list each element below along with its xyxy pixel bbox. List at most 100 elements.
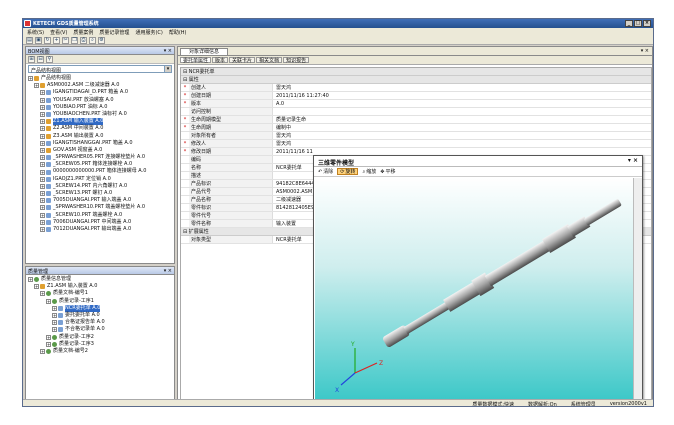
- model-canvas[interactable]: Y Z X: [315, 178, 633, 400]
- expand-icon[interactable]: +: [40, 291, 45, 297]
- property-row[interactable]: * 修改人 雷天鸿: [181, 140, 651, 148]
- tree-item[interactable]: + 质量文档-编号2: [28, 348, 172, 355]
- expand-icon[interactable]: +: [40, 191, 45, 197]
- menu-quality-record[interactable]: 质量记录管理: [99, 29, 129, 36]
- tree-item[interactable]: + IGANGTISHANGGAI.PRT 箱盖 A.0: [28, 140, 172, 147]
- expand-icon[interactable]: +: [40, 155, 45, 161]
- property-row[interactable]: 对象所有者 雷天鸿: [181, 132, 651, 140]
- subtab[interactable]: 关联卡片: [229, 57, 256, 64]
- expand-icon[interactable]: +: [40, 169, 45, 175]
- menu-quality-case[interactable]: 质量案例: [73, 29, 93, 36]
- property-value[interactable]: 雷天鸿: [273, 132, 651, 139]
- open-icon[interactable]: ▤: [26, 37, 33, 44]
- expand-icon[interactable]: +: [40, 104, 45, 110]
- expand-all-icon[interactable]: ⊞: [28, 56, 35, 63]
- property-value[interactable]: 2011/11/16 11: [273, 148, 651, 155]
- expand-icon[interactable]: +: [40, 176, 45, 182]
- expand-icon[interactable]: +: [40, 205, 45, 211]
- expand-icon[interactable]: +: [52, 305, 57, 311]
- menu-help[interactable]: 帮助(H): [169, 29, 187, 36]
- property-row[interactable]: * 创建人 雷天鸿: [181, 84, 651, 92]
- tree-item[interactable]: + Z1.ASM 输入装置 A.0: [28, 283, 172, 290]
- minimize-button[interactable]: _: [625, 20, 633, 27]
- expand-icon[interactable]: +: [40, 219, 45, 225]
- print-icon[interactable]: ⎙: [80, 37, 87, 44]
- expand-icon[interactable]: +: [46, 334, 51, 340]
- expand-icon[interactable]: +: [46, 298, 51, 304]
- cut-icon[interactable]: ✂: [62, 37, 69, 44]
- expand-icon[interactable]: +: [52, 327, 57, 333]
- clear-tool-button[interactable]: ↶ 清除: [318, 168, 333, 175]
- tree-item[interactable]: + YOUSAI.PRT 放油螺塞 A.0: [28, 97, 172, 104]
- expand-icon[interactable]: +: [40, 133, 45, 139]
- new-icon[interactable]: +: [53, 37, 60, 44]
- copy-icon[interactable]: ❐: [71, 37, 78, 44]
- expand-icon[interactable]: +: [28, 277, 33, 283]
- tree-item[interactable]: + 质量记录-工序1: [28, 298, 172, 305]
- maximize-button[interactable]: □: [634, 20, 642, 27]
- expand-icon[interactable]: +: [40, 140, 45, 146]
- expand-icon[interactable]: +: [52, 313, 57, 319]
- expand-icon[interactable]: +: [40, 348, 45, 354]
- property-row[interactable]: * 创建日期 2011/11/16 11:27:40: [181, 92, 651, 100]
- expand-icon[interactable]: +: [34, 284, 39, 290]
- chevron-down-icon[interactable]: ▾: [164, 66, 171, 72]
- refresh-icon[interactable]: ↻: [44, 37, 51, 44]
- subtab[interactable]: 委托单属性: [180, 57, 212, 64]
- view-select[interactable]: 产品结构视图 ▾: [28, 65, 172, 74]
- pin-close-icon[interactable]: ▾ ×: [164, 268, 172, 274]
- expand-icon[interactable]: +: [40, 212, 45, 218]
- property-value[interactable]: 质量记录生命: [273, 116, 651, 123]
- property-value[interactable]: 雷天鸿: [273, 84, 651, 91]
- expand-icon[interactable]: +: [40, 162, 45, 168]
- expand-icon[interactable]: +: [40, 90, 45, 96]
- subtab[interactable]: 知识报告: [283, 57, 310, 64]
- property-value[interactable]: 编制中: [273, 124, 651, 131]
- menu-system[interactable]: 系统(S): [27, 29, 44, 36]
- tab-close-icon[interactable]: ▾ ×: [641, 48, 649, 54]
- search-icon[interactable]: ⌕: [89, 37, 96, 44]
- tree-item[interactable]: + YOUBIAO.PRT 油标 A.0: [28, 104, 172, 111]
- property-value[interactable]: 2011/11/16 11:27:40: [273, 92, 651, 99]
- expand-icon[interactable]: +: [40, 227, 45, 233]
- tree-item[interactable]: + _SCREW14.PRT 内六角螺钉 A.0: [28, 183, 172, 190]
- expand-icon[interactable]: +: [52, 320, 57, 326]
- menu-services[interactable]: 通用服务(C): [135, 29, 162, 36]
- tree-item[interactable]: +7006DUANGAI.PRT 中间端盖 A.0: [28, 219, 172, 226]
- viewer-close-icon[interactable]: ▾ ×: [628, 157, 638, 164]
- tree-item[interactable]: +0000000000000.PRT 箱体连接螺母 A.0: [28, 168, 172, 175]
- tree-item[interactable]: + IGANGTIDAGAI_D.PRT 箱盖 A.0: [28, 89, 172, 96]
- expand-icon[interactable]: +: [40, 126, 45, 132]
- tree-item[interactable]: + GOV.ASM 视窗盖 A.0: [28, 147, 172, 154]
- property-value[interactable]: 雷天鸿: [273, 140, 651, 147]
- expand-icon[interactable]: +: [40, 198, 45, 204]
- tab-object-details[interactable]: 对象详细信息: [180, 48, 229, 55]
- property-row[interactable]: * 生命周期模型 质量记录生命: [181, 116, 651, 124]
- expand-icon[interactable]: +: [40, 147, 45, 153]
- expand-icon[interactable]: +: [40, 183, 45, 189]
- zoom-tool-button[interactable]: ⌕ 缩放: [362, 168, 376, 175]
- tree-item[interactable]: + 质量记录-工序3: [28, 341, 172, 348]
- filter-icon[interactable]: ⚲: [46, 56, 53, 63]
- settings-icon[interactable]: ⚙: [98, 37, 105, 44]
- subtab[interactable]: 相关文档: [256, 57, 283, 64]
- expand-icon[interactable]: +: [34, 83, 39, 89]
- rotate-tool-button[interactable]: ⟳ 旋转: [337, 168, 359, 175]
- property-value[interactable]: A.0: [273, 100, 651, 107]
- expand-icon[interactable]: +: [46, 341, 51, 347]
- save-icon[interactable]: ▣: [35, 37, 42, 44]
- category-basic[interactable]: ⊟ 属性: [181, 76, 651, 84]
- tree-item[interactable]: +7012DUANGAI.PRT 输出端盖 A.0: [28, 226, 172, 233]
- property-row[interactable]: * 版本 A.0: [181, 100, 651, 108]
- property-row[interactable]: 访问控制: [181, 108, 651, 116]
- tree-item[interactable]: + 质量文档-编号1: [28, 290, 172, 297]
- expand-icon[interactable]: +: [40, 97, 45, 103]
- pan-tool-button[interactable]: ✥ 平移: [380, 168, 395, 175]
- property-value[interactable]: [273, 108, 651, 115]
- tree-item[interactable]: + _SPRWASHER10.PRT 端盖螺栓垫片 A.0: [28, 204, 172, 211]
- tree-item[interactable]: + Z3.ASM 输出装置 A.0: [28, 133, 172, 140]
- menu-view[interactable]: 查看(V): [50, 29, 67, 36]
- expand-icon[interactable]: +: [40, 119, 45, 125]
- tree-item[interactable]: + _SCREW10.PRT 端盖螺栓 A.0: [28, 212, 172, 219]
- property-row[interactable]: * 生命周期 编制中: [181, 124, 651, 132]
